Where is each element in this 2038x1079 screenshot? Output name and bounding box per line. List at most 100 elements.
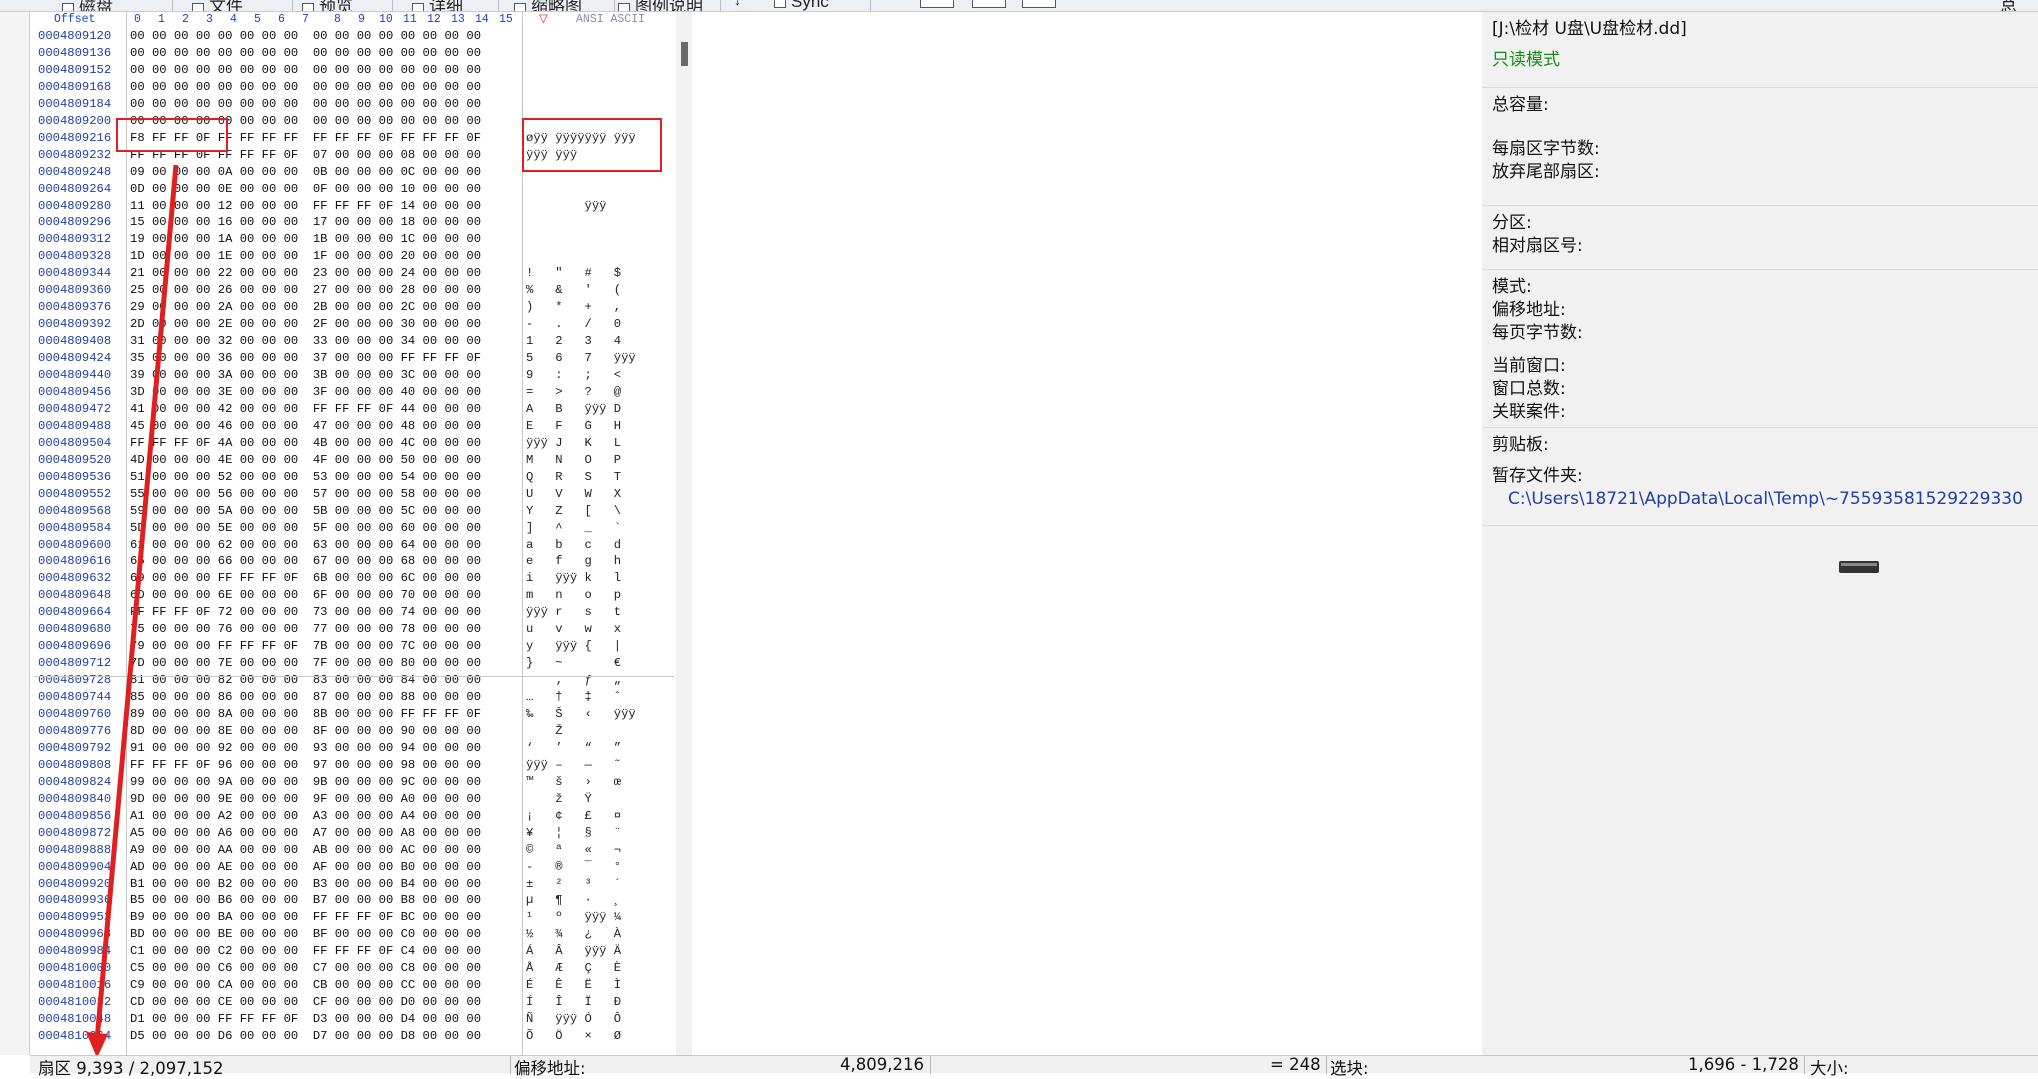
row-offset: 0004809600 [38, 537, 112, 552]
hex-row[interactable]: 0004809472 41 00 00 00 42 00 00 00 FF FF … [34, 401, 674, 418]
row-offset: 0004809472 [38, 401, 112, 416]
hex-row[interactable]: 0004809632 69 00 00 00 FF FF FF 0F 6B 00 … [34, 570, 674, 587]
highlight-box-fat-signature [116, 118, 228, 152]
hex-row[interactable]: 0004809808 FF FF FF 0F 96 00 00 00 97 00 … [34, 757, 674, 774]
hex-row[interactable]: 0004810000 C5 00 00 00 C6 00 00 00 C7 00 … [34, 960, 674, 977]
hex-row[interactable]: 0004809360 25 00 00 00 26 00 00 00 27 00 … [34, 282, 674, 299]
hex-row[interactable]: 0004810016 C9 00 00 00 CA 00 00 00 CB 00 … [34, 977, 674, 994]
row-ascii: ± ² ³ ´ [526, 876, 622, 891]
row-ascii: ¡ ¢ £ ¤ [526, 808, 622, 823]
status-divider [510, 1056, 511, 1074]
grid-view-button[interactable] [920, 0, 959, 10]
row-offset: 0004809888 [38, 842, 112, 857]
hex-row[interactable]: 0004809648 6D 00 00 00 6E 00 00 00 6F 00 … [34, 587, 674, 604]
hex-row[interactable]: 0004809504 FF FF FF 0F 4A 00 00 00 4B 00 … [34, 435, 674, 452]
row-ascii: Ñ ÿÿÿ Ó Ô [526, 1012, 622, 1027]
hex-row[interactable]: 0004809904 AD 00 00 00 AE 00 00 00 AF 00 … [34, 859, 674, 876]
hex-row[interactable]: 0004809680 75 00 00 00 76 00 00 00 77 00 … [34, 621, 674, 638]
tab-preview[interactable]: 预览 [302, 0, 353, 11]
tab-disk[interactable]: 磁盘 [62, 0, 113, 11]
hex-row[interactable]: 0004809824 99 00 00 00 9A 00 00 00 9B 00 … [34, 774, 674, 791]
hex-row[interactable]: 0004809280 11 00 00 00 12 00 00 00 FF FF … [34, 198, 674, 215]
hex-row[interactable]: 0004809408 31 00 00 00 32 00 00 00 33 00 … [34, 333, 674, 350]
hex-row[interactable]: 0004809920 B1 00 00 00 B2 00 00 00 B3 00 … [34, 876, 674, 893]
hex-row[interactable]: 0004809696 79 00 00 00 FF FF FF 0F 7B 00 … [34, 638, 674, 655]
hex-row[interactable]: 0004809840 9D 00 00 00 9E 00 00 00 9F 00 … [34, 791, 674, 808]
hex-row[interactable]: 0004809872 A5 00 00 00 A6 00 00 00 A7 00 … [34, 825, 674, 842]
hex-row[interactable]: 0004809616 65 00 00 00 66 00 00 00 67 00 … [34, 553, 674, 570]
down-arrow-button[interactable]: ↓ [734, 0, 741, 10]
row-ascii: ¥ ¦ § ¨ [526, 825, 622, 840]
hex-row[interactable]: 0004809440 39 00 00 00 3A 00 00 00 3B 00 … [34, 367, 674, 384]
hex-row[interactable]: 0004809552 55 00 00 00 56 00 00 00 57 00 … [34, 486, 674, 503]
hex-row[interactable]: 0004809520 4D 00 00 00 4E 00 00 00 4F 00 … [34, 452, 674, 469]
row-offset: 0004809616 [38, 554, 112, 569]
row-bytes: 5D 00 00 00 5E 00 00 00 5F 00 00 00 60 0… [130, 520, 482, 535]
hex-row[interactable]: 0004809328 1D 00 00 00 1E 00 00 00 1F 00 … [34, 248, 674, 265]
tab-legend-label: 图例说明 [635, 0, 703, 12]
row-bytes: 00 00 00 00 00 00 00 00 00 00 00 00 00 0… [130, 96, 482, 111]
row-offset: 0004809504 [38, 435, 112, 450]
row-offset: 0004809776 [38, 723, 112, 738]
tab-thumbnail[interactable]: 缩略图 [514, 0, 582, 11]
hex-row[interactable]: 0004809776 8D 00 00 00 8E 00 00 00 8F 00 … [34, 723, 674, 740]
temp-folder-path[interactable]: C:\Users\18721\AppData\Local\Temp\~75593… [1492, 488, 2038, 511]
hex-row[interactable]: 0004810064 D5 00 00 00 D6 00 00 00 D7 00 … [34, 1028, 674, 1045]
hex-row[interactable]: 0004809952 B9 00 00 00 BA 00 00 00 FF FF … [34, 909, 674, 926]
hex-row[interactable]: 0004809296 15 00 00 00 16 00 00 00 17 00 … [34, 214, 674, 231]
hex-row[interactable]: 0004809792 91 00 00 00 92 00 00 00 93 00 … [34, 740, 674, 757]
scrollbar-thumb[interactable] [681, 42, 688, 66]
hex-row[interactable]: 0004809376 29 00 00 00 2A 00 00 00 2B 00 … [34, 299, 674, 316]
tab-file[interactable]: 文件 [192, 0, 243, 11]
left-gutter [0, 12, 30, 1055]
hex-row[interactable]: 0004809312 19 00 00 00 1A 00 00 00 1B 00 … [34, 231, 674, 248]
hex-row[interactable]: 0004809600 61 00 00 00 62 00 00 00 63 00 … [34, 537, 674, 554]
row-bytes: 81 00 00 00 82 00 00 00 83 00 00 00 84 0… [130, 673, 482, 688]
row-bytes: 00 00 00 00 00 00 00 00 00 00 00 00 00 0… [130, 62, 482, 77]
row-bytes: AD 00 00 00 AE 00 00 00 AF 00 00 00 B0 0… [130, 859, 482, 874]
hex-row[interactable]: 0004809984 C1 00 00 00 C2 00 00 00 FF FF … [34, 943, 674, 960]
hex-row[interactable]: 0004810032 CD 00 00 00 CE 00 00 00 CF 00 … [34, 994, 674, 1011]
hex-row[interactable]: 0004809488 45 00 00 00 46 00 00 00 47 00 … [34, 418, 674, 435]
hex-row[interactable]: 0004809712 7D 00 00 00 7E 00 00 00 7F 00 … [34, 655, 674, 672]
row-offset: 0004809264 [38, 181, 112, 196]
toolbar-divider [172, 0, 173, 11]
hex-row[interactable]: 0004809568 59 00 00 00 5A 00 00 00 5B 00 … [34, 503, 674, 520]
hex-row[interactable]: 0004809584 5D 00 00 00 5E 00 00 00 5F 00 … [34, 520, 674, 537]
hex-row[interactable]: 0004810048 D1 00 00 00 FF FF FF 0F D3 00 … [34, 1011, 674, 1028]
tab-legend[interactable]: 图例说明 [618, 0, 703, 12]
row-offset: 0004809360 [38, 283, 112, 298]
hex-row[interactable]: 0004809136 00 00 00 00 00 00 00 00 00 00 … [34, 45, 674, 62]
hex-row[interactable]: 0004809168 00 00 00 00 00 00 00 00 00 00 … [34, 79, 674, 96]
hex-row[interactable]: 0004809728 81 00 00 00 82 00 00 00 83 00 … [34, 672, 674, 689]
hex-row[interactable]: 0004809664 FF FF FF 0F 72 00 00 00 73 00 … [34, 604, 674, 621]
settings-button[interactable] [1022, 0, 1061, 10]
hex-row[interactable]: 0004809264 0D 00 00 00 0E 00 00 00 0F 00 … [34, 181, 674, 198]
hex-row[interactable]: 0004809760 89 00 00 00 8A 00 00 00 8B 00 … [34, 706, 674, 723]
hex-row[interactable]: 0004809536 51 00 00 00 52 00 00 00 53 00 … [34, 469, 674, 486]
tab-sync[interactable]: Sync [774, 0, 829, 11]
tab-details[interactable]: 详细 [412, 0, 463, 11]
hex-row[interactable]: 0004809936 B5 00 00 00 B6 00 00 00 B7 00 … [34, 892, 674, 909]
hex-scrollbar[interactable] [676, 12, 692, 1055]
hex-row[interactable]: 0004809968 BD 00 00 00 BE 00 00 00 BF 00 … [34, 926, 674, 943]
row-bytes: 15 00 00 00 16 00 00 00 17 00 00 00 18 0… [130, 215, 482, 230]
window-total-label: 窗口总数: [1492, 379, 1566, 399]
row-bytes: CD 00 00 00 CE 00 00 00 CF 00 00 00 D0 0… [130, 995, 482, 1010]
hex-row[interactable]: 0004809744 85 00 00 00 86 00 00 00 87 00 … [34, 689, 674, 706]
hex-row[interactable]: 0004809184 00 00 00 00 00 00 00 00 00 00 … [34, 96, 674, 113]
list-view-button[interactable] [972, 0, 1011, 10]
tab-sync-label: Sync [791, 0, 829, 11]
row-ascii: Ž [526, 723, 563, 738]
hex-row[interactable]: 0004809392 2D 00 00 00 2E 00 00 00 2F 00 … [34, 316, 674, 333]
hex-row[interactable]: 0004809856 A1 00 00 00 A2 00 00 00 A3 00 … [34, 808, 674, 825]
row-bytes: 35 00 00 00 36 00 00 00 37 00 00 00 FF F… [130, 351, 482, 366]
row-offset: 0004809920 [38, 876, 112, 891]
hex-row[interactable]: 0004809344 21 00 00 00 22 00 00 00 23 00 … [34, 265, 674, 282]
hex-row[interactable]: 0004809424 35 00 00 00 36 00 00 00 37 00 … [34, 350, 674, 367]
hex-row[interactable]: 0004809152 00 00 00 00 00 00 00 00 00 00 … [34, 62, 674, 79]
hex-row[interactable]: 0004809888 A9 00 00 00 AA 00 00 00 AB 00 … [34, 842, 674, 859]
row-offset: 0004810000 [38, 961, 112, 976]
hex-row[interactable]: 0004809120 00 00 00 00 00 00 00 00 00 00 … [34, 28, 674, 45]
hex-row[interactable]: 0004809456 3D 00 00 00 3E 00 00 00 3F 00 … [34, 384, 674, 401]
